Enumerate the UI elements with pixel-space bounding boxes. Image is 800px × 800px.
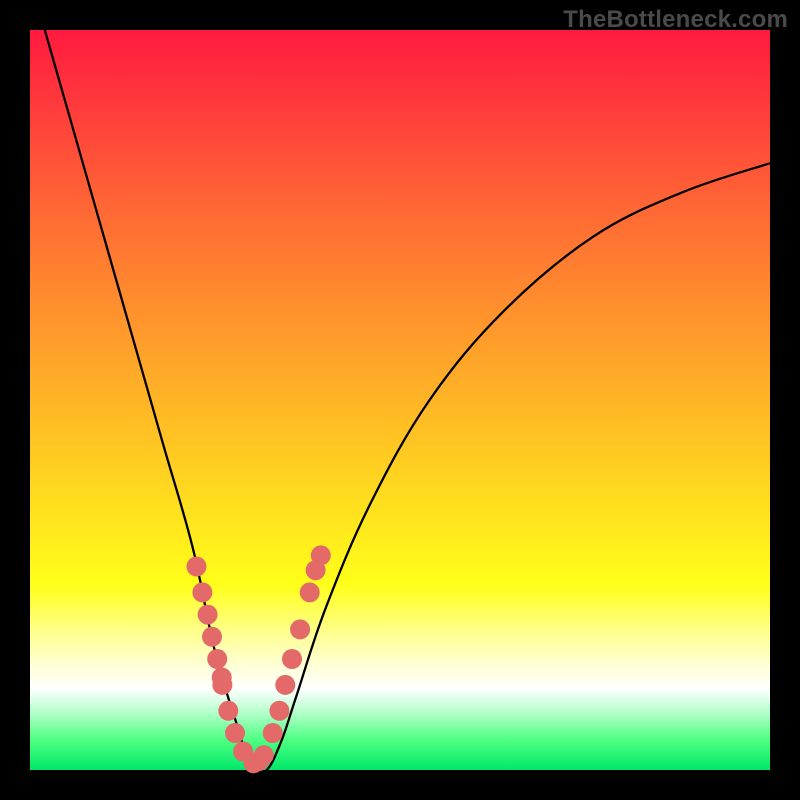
curve-marker bbox=[198, 605, 218, 625]
curve-marker bbox=[300, 582, 320, 602]
curve-marker bbox=[225, 723, 245, 743]
curve-marker bbox=[192, 582, 212, 602]
bottleneck-curve-line bbox=[45, 30, 770, 775]
curve-marker bbox=[290, 619, 310, 639]
curve-marker bbox=[212, 668, 232, 688]
curve-marker bbox=[269, 701, 289, 721]
curve-marker bbox=[311, 545, 331, 565]
curve-marker bbox=[202, 627, 222, 647]
watermark-text: TheBottleneck.com bbox=[563, 6, 788, 34]
curve-marker bbox=[187, 557, 207, 577]
curve-marker bbox=[249, 751, 269, 771]
curve-marker bbox=[218, 701, 238, 721]
curve-marker bbox=[207, 649, 227, 669]
bottleneck-curve-svg bbox=[30, 30, 770, 770]
curve-marker bbox=[275, 675, 295, 695]
chart-plot-area bbox=[30, 30, 770, 770]
curve-marker bbox=[282, 649, 302, 669]
curve-marker bbox=[263, 723, 283, 743]
